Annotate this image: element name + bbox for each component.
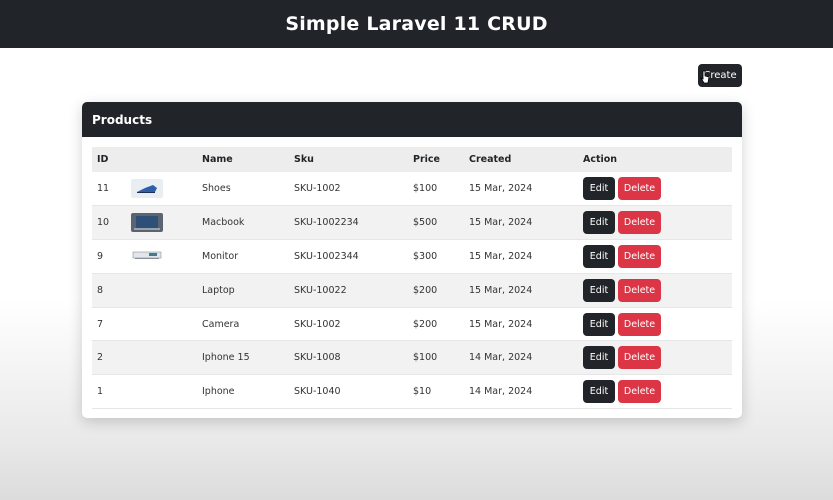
table-row: 2 Iphone 15 SKU-1008 $100 14 Mar, 2024 E… <box>92 340 732 375</box>
edit-button[interactable]: Edit <box>583 278 615 302</box>
cell-image <box>126 172 197 206</box>
table-row: 8 Laptop SKU-10022 $200 15 Mar, 2024 Edi… <box>92 273 732 308</box>
cell-price: $200 <box>413 284 438 296</box>
page-title: Simple Laravel 11 CRUD <box>285 13 548 35</box>
column-header-created: Created <box>469 154 512 165</box>
cell-id: 11 <box>97 183 110 195</box>
cell-action: Edit Delete <box>578 206 732 240</box>
cell-image <box>126 375 197 409</box>
cell-price: $300 <box>413 250 438 262</box>
column-header-price: Price <box>413 154 440 165</box>
cell-price: $500 <box>413 217 438 229</box>
column-header-name: Name <box>202 154 233 165</box>
cell-sku: SKU-1002234 <box>294 217 359 229</box>
table-row: 10 Macbook SKU-1002234 $500 15 Mar, 2024… <box>92 205 732 240</box>
cell-name: Shoes <box>202 183 231 195</box>
edit-button[interactable]: Edit <box>583 177 615 201</box>
macbook-thumbnail <box>131 213 163 233</box>
cell-image <box>126 206 197 240</box>
cell-price: $100 <box>413 352 438 364</box>
cell-image <box>126 307 197 341</box>
column-header-sku: Sku <box>294 154 314 165</box>
edit-button[interactable]: Edit <box>583 211 615 235</box>
cell-id: 9 <box>97 250 104 262</box>
cell-created: 15 Mar, 2024 <box>469 284 533 296</box>
cell-name: Monitor <box>202 250 239 262</box>
cell-image <box>126 341 197 375</box>
card-header: Products <box>82 102 742 137</box>
delete-button[interactable]: Delete <box>618 346 661 370</box>
cell-created: 15 Mar, 2024 <box>469 183 533 195</box>
cell-price: $100 <box>413 183 438 195</box>
table-header-row: ID Name Sku Price Created Action <box>92 147 732 172</box>
shoes-thumbnail <box>131 179 163 199</box>
cell-image <box>126 240 197 274</box>
cell-id: 8 <box>97 284 104 296</box>
cell-name: Iphone 15 <box>202 352 250 364</box>
cell-created: 15 Mar, 2024 <box>469 250 533 262</box>
column-header-id: ID <box>97 154 109 165</box>
products-card: Products ID Name Sku Price Created Actio… <box>82 102 742 418</box>
cell-id: 2 <box>97 352 104 364</box>
cell-action: Edit Delete <box>578 273 732 307</box>
delete-button[interactable]: Delete <box>618 380 661 404</box>
cell-sku: SKU-1002 <box>294 183 341 195</box>
cell-created: 14 Mar, 2024 <box>469 386 533 398</box>
cell-action: Edit Delete <box>578 172 732 206</box>
cell-id: 7 <box>97 318 104 330</box>
cell-sku: SKU-1002 <box>294 318 341 330</box>
delete-button[interactable]: Delete <box>618 244 661 268</box>
edit-button[interactable]: Edit <box>583 346 615 370</box>
cell-name: Laptop <box>202 284 235 296</box>
cell-id: 10 <box>97 217 110 229</box>
edit-button[interactable]: Edit <box>583 312 615 336</box>
cell-created: 14 Mar, 2024 <box>469 352 533 364</box>
top-navbar: Simple Laravel 11 CRUD <box>0 0 833 48</box>
delete-button[interactable]: Delete <box>618 278 661 302</box>
cell-created: 15 Mar, 2024 <box>469 217 533 229</box>
cell-name: Macbook <box>202 217 245 229</box>
cell-price: $200 <box>413 318 438 330</box>
edit-button[interactable]: Edit <box>583 244 615 268</box>
products-table: ID Name Sku Price Created Action 11 Shoe… <box>92 147 732 409</box>
delete-button[interactable]: Delete <box>618 211 661 235</box>
cell-name: Camera <box>202 318 240 330</box>
cell-sku: SKU-1008 <box>294 352 341 364</box>
table-row: 11 Shoes SKU-1002 $100 15 Mar, 2024 Edit… <box>92 172 732 206</box>
cell-name: Iphone <box>202 386 235 398</box>
card-title: Products <box>92 112 153 127</box>
cell-sku: SKU-1040 <box>294 386 341 398</box>
cell-sku: SKU-1002344 <box>294 250 359 262</box>
mouse-cursor-icon <box>700 70 710 84</box>
cell-price: $10 <box>413 386 432 398</box>
cell-action: Edit Delete <box>578 375 732 409</box>
monitor-thumbnail <box>131 246 163 266</box>
cell-action: Edit Delete <box>578 240 732 274</box>
cell-action: Edit Delete <box>578 341 732 375</box>
table-row: 1 Iphone SKU-1040 $10 14 Mar, 2024 Edit D… <box>92 375 732 409</box>
cell-sku: SKU-10022 <box>294 284 347 296</box>
table-row: 9 Monitor SKU-1002344 $300 15 Mar, 2024 … <box>92 240 732 274</box>
delete-button[interactable]: Delete <box>618 312 661 336</box>
cell-image <box>126 273 197 307</box>
delete-button[interactable]: Delete <box>618 177 661 201</box>
column-header-action: Action <box>583 154 618 165</box>
cell-created: 15 Mar, 2024 <box>469 318 533 330</box>
edit-button[interactable]: Edit <box>583 380 615 404</box>
cell-id: 1 <box>97 386 104 398</box>
table-row: 7 Camera SKU-1002 $200 15 Mar, 2024 Edit… <box>92 307 732 341</box>
cell-action: Edit Delete <box>578 307 732 341</box>
column-header-image <box>126 147 197 172</box>
